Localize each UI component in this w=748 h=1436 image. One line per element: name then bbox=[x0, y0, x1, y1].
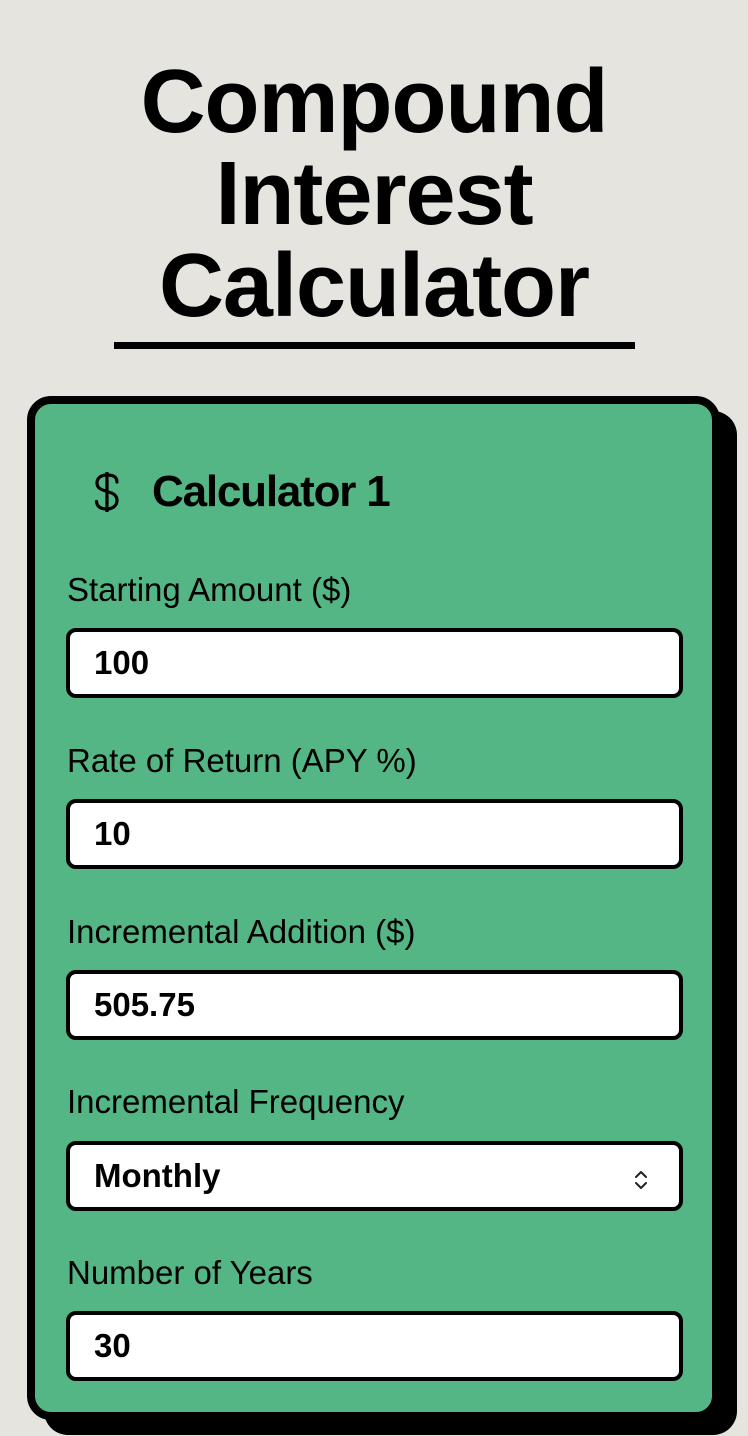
starting-amount-label: Starting Amount ($) bbox=[67, 571, 352, 608]
chevron-up-down-icon bbox=[631, 1163, 651, 1189]
number-of-years-input[interactable] bbox=[66, 1311, 683, 1381]
incremental-frequency-select[interactable]: Monthly bbox=[66, 1141, 683, 1211]
starting-amount-input[interactable] bbox=[66, 628, 683, 698]
calculator-title: Calculator 1 bbox=[152, 467, 391, 516]
rate-of-return-label: Rate of Return (APY %) bbox=[67, 742, 417, 779]
incremental-frequency-value: Monthly bbox=[94, 1157, 221, 1194]
calculator-header: Calculator 1 bbox=[87, 462, 391, 522]
number-of-years-label: Number of Years bbox=[67, 1254, 313, 1291]
incremental-addition-label: Incremental Addition ($) bbox=[67, 913, 416, 950]
dollar-icon bbox=[87, 467, 127, 517]
incremental-frequency-label: Incremental Frequency bbox=[67, 1083, 405, 1120]
rate-of-return-input[interactable] bbox=[66, 799, 683, 869]
calculator-card: Calculator 1 Starting Amount ($) Rate of… bbox=[27, 396, 720, 1420]
title-underline bbox=[114, 342, 635, 349]
incremental-addition-input[interactable] bbox=[66, 970, 683, 1040]
page-title: Compound Interest Calculator bbox=[140, 52, 609, 336]
